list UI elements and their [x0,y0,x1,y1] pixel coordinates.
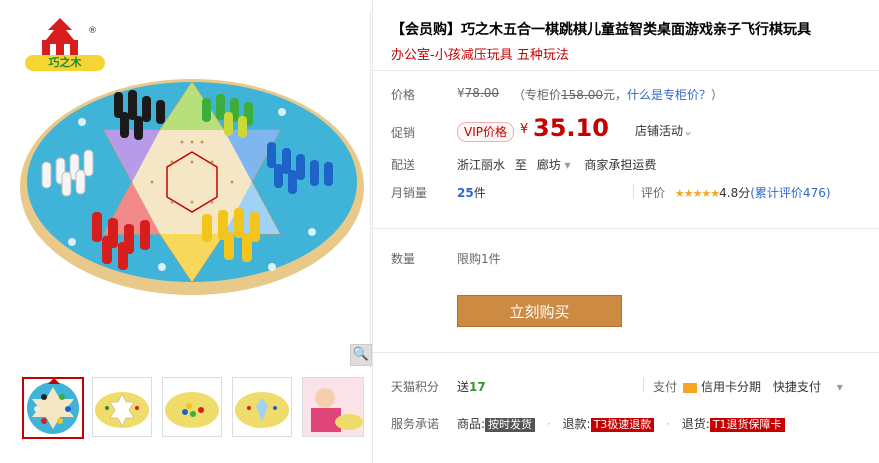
refund-label: 退款: [562,417,591,431]
thumbnail-board-image [165,392,219,428]
sales-number: 25 [457,186,474,200]
monthly-sales-count: 25件 [457,184,486,201]
shipping-fee: 商家承担运费 [584,158,657,172]
sales-unit: 件 [473,186,486,200]
zoom-magnifier-icon[interactable]: 🔍 [350,344,372,366]
points-value: 送17 [457,378,486,395]
fast-refund-tag[interactable]: T3极速退款 [590,418,655,432]
separator-dot: · [546,417,551,431]
thumbnail-1[interactable] [22,377,84,439]
return-guarantee-tag[interactable]: T1退货保障卡 [709,418,785,432]
counter-close: ） [711,88,724,102]
monthly-sales-label: 月销量 [391,186,428,200]
buy-now-button[interactable]: 立刻购买 [457,295,622,327]
separator-dot: · [666,417,670,431]
vertical-divider [633,184,634,198]
payment-label: 支付 [653,380,678,394]
purchase-limit: 限购1件 [457,252,501,266]
thumbnail-board-image [27,382,79,434]
product-gallery: 巧之木 ® 🔍 [0,0,372,463]
rating-stars-icon: ★★★★★ [674,187,720,200]
counter-suffix: 元， [603,88,628,102]
promo-price: 35.10 [533,114,609,142]
delivery-info: 浙江丽水 至 廊坊 ▾ 商家承担运费 [457,156,656,173]
service-promises: 商品: 按时发货 · 退款: T3极速退款 · 退货: T1退货保障卡 [457,415,785,432]
thumbnail-3[interactable] [162,377,222,437]
original-price-value: 78.00 [464,86,499,100]
rating-area: 评价 ★★★★★4.8分(累计评价476) [641,184,831,201]
currency-symbol: ¥ [457,86,465,100]
ship-to-city: 廊坊 [536,158,561,172]
on-time-delivery-tag[interactable]: 按时发货 [485,418,536,432]
divider [373,70,879,71]
points-number: 17 [469,380,486,394]
rating-score: 4.8分 [719,186,751,200]
promo-label: 促销 [391,126,416,140]
ship-from: 浙江丽水 [457,158,506,172]
registered-mark: ® [88,26,97,36]
points-label: 天猫积分 [391,380,440,394]
product-info-panel: 【会员购】巧之木五合一棋跳棋儿童益智类桌面游戏亲子飞行棋玩具 办公室-小孩减压玩… [372,0,879,463]
return-label: 退货: [681,417,710,431]
price-label: 价格 [391,88,416,102]
divider [373,228,879,229]
what-is-counter-price-link[interactable]: 什么是专柜价？ [627,88,711,102]
thumbnail-board-image [235,392,289,428]
brand-logo-text: 巧之木 [25,55,105,71]
store-activity-dropdown[interactable]: 店铺活动⌄ [635,122,693,139]
goods-label: 商品: [457,417,486,431]
thumbnail-child-photo [303,378,363,436]
thumbnail-5[interactable] [302,377,364,437]
divider [373,352,879,353]
product-title: 【会员购】巧之木五合一棋跳棋儿童益智类桌面游戏亲子飞行棋玩具 [391,22,811,38]
payment-options: 支付 信用卡分期 快捷支付 ▾ [653,378,843,395]
quantity-label: 数量 [391,252,416,266]
chevron-down-icon: ⌄ [683,124,694,138]
ship-to-word: 至 [514,158,527,172]
payment-dropdown-icon[interactable]: ▾ [837,380,843,394]
thumbnail-strip [22,377,367,439]
promo-currency: ¥ [520,122,529,137]
counter-price-value: 158.00 [561,88,604,102]
vertical-divider [643,378,644,392]
quick-pay-link[interactable]: 快捷支付 [773,380,821,394]
thumbnail-4[interactable] [232,377,292,437]
rating-label: 评价 [641,186,666,200]
product-subtitle: 办公室-小孩减压玩具 五种玩法 [391,48,569,63]
store-activity-label: 店铺活动 [635,124,684,138]
points-prefix: 送 [457,380,470,394]
ship-to-location[interactable]: 廊坊 ▾ [537,158,571,172]
total-reviews-link[interactable]: (累计评价476) [750,186,830,200]
vip-price-badge: VIP价格 [457,122,514,142]
original-price: ¥78.00 [457,86,499,100]
counter-prefix: （专柜价 [513,88,562,102]
delivery-label: 配送 [391,158,416,172]
credit-card-icon [683,382,698,393]
thumbnail-board-image [95,392,149,428]
caret-down-icon: ▾ [564,158,571,172]
credit-installment-link[interactable]: 信用卡分期 [701,380,761,394]
counter-price-text: （专柜价158.00元，什么是专柜价？） [513,86,723,103]
service-label: 服务承诺 [391,417,440,431]
thumbnail-2[interactable] [92,377,152,437]
